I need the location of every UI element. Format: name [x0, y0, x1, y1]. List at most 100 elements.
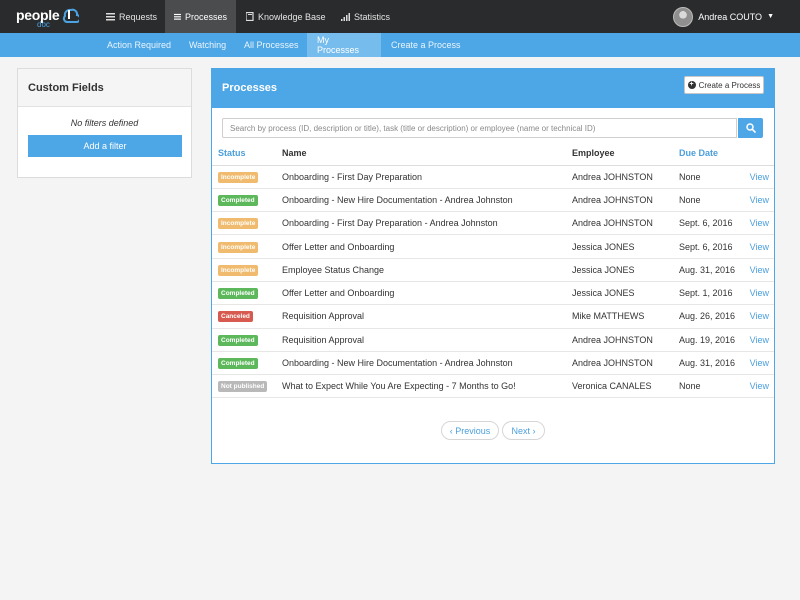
- table-row: Incomplete Offer Letter and Onboarding J…: [212, 234, 774, 259]
- column-status[interactable]: Status: [212, 142, 276, 166]
- no-filters-text: No filters defined: [70, 118, 139, 128]
- table-row: Completed Onboarding - New Hire Document…: [212, 351, 774, 376]
- due-date: Sept. 6, 2016: [673, 234, 743, 259]
- status-cell: Incomplete: [212, 234, 276, 259]
- subnav-my-processes[interactable]: My Processes: [307, 33, 381, 57]
- due-date: None: [673, 374, 743, 399]
- status-badge: Incomplete: [218, 264, 259, 276]
- status-badge: Completed: [218, 194, 258, 206]
- due-date: Sept. 6, 2016: [673, 211, 743, 236]
- status-badge: Not published: [218, 381, 268, 393]
- subnav-action-required[interactable]: Action Required: [97, 33, 181, 57]
- bar-chart-icon: [341, 12, 350, 21]
- status-cell: Not published: [212, 374, 276, 399]
- table-row: Completed Onboarding - New Hire Document…: [212, 188, 774, 213]
- status-badge: Incomplete: [218, 218, 259, 230]
- view-link[interactable]: View: [743, 351, 774, 376]
- table-row: Incomplete Onboarding - First Day Prepar…: [212, 165, 774, 189]
- process-name: Onboarding - New Hire Documentation - An…: [276, 351, 566, 376]
- view-link[interactable]: View: [743, 281, 774, 306]
- subnav-all-processes[interactable]: All Processes: [234, 33, 309, 57]
- column-name: Name: [276, 142, 566, 166]
- view-link[interactable]: View: [743, 258, 774, 282]
- search-button[interactable]: [738, 118, 763, 138]
- custom-fields-panel: Custom Fields No filters defined Add a f…: [17, 68, 192, 178]
- table-row: Not published What to Expect While You A…: [212, 374, 774, 399]
- view-link[interactable]: View: [743, 234, 774, 259]
- add-filter-button[interactable]: Add a filter: [28, 135, 182, 157]
- employee-name: Andrea JOHNSTON: [566, 211, 673, 236]
- processes-header: Processes + Create a Process: [212, 69, 774, 108]
- status-badge: Incomplete: [218, 241, 259, 253]
- custom-fields-title: Custom Fields: [18, 69, 191, 107]
- employee-name: Mike MATTHEWS: [566, 304, 673, 329]
- view-link[interactable]: View: [743, 304, 774, 329]
- status-badge: Completed: [218, 334, 258, 346]
- nav-processes-label: Processes: [184, 11, 227, 22]
- logo-cloud-icon: [62, 8, 79, 23]
- employee-name: Andrea JOHNSTON: [566, 351, 673, 376]
- status-cell: Incomplete: [212, 258, 276, 282]
- employee-name: Jessica JONES: [566, 281, 673, 306]
- previous-page-button[interactable]: ‹ Previous: [441, 421, 499, 440]
- employee-name: Andrea JOHNSTON: [566, 328, 673, 352]
- nav-statistics[interactable]: Statistics: [332, 0, 399, 33]
- processes-table: Status Name Employee Due Date Incomplete…: [212, 142, 774, 399]
- status-badge: Completed: [218, 358, 258, 370]
- process-name: Onboarding - First Day Preparation: [276, 165, 566, 189]
- view-link[interactable]: View: [743, 188, 774, 213]
- table-row: Canceled Requisition Approval Mike MATTH…: [212, 304, 774, 329]
- status-cell: Completed: [212, 351, 276, 376]
- next-page-button[interactable]: Next ›: [502, 421, 545, 440]
- status-cell: Completed: [212, 188, 276, 213]
- plus-circle-icon: +: [687, 81, 696, 89]
- list-icon: [174, 13, 181, 20]
- process-name: What to Expect While You Are Expecting -…: [276, 374, 566, 399]
- table-row: Completed Offer Letter and Onboarding Je…: [212, 281, 774, 306]
- subnav-watching[interactable]: Watching: [179, 33, 236, 57]
- peopledoc-logo[interactable]: people doc: [16, 6, 86, 29]
- user-name: Andrea COUTO: [698, 11, 763, 22]
- search-icon: [745, 123, 756, 133]
- status-cell: Completed: [212, 281, 276, 306]
- due-date: Sept. 1, 2016: [673, 281, 743, 306]
- processes-title: Processes: [222, 82, 278, 94]
- process-name: Requisition Approval: [276, 328, 566, 352]
- user-menu[interactable]: Andrea COUTO ▼: [673, 0, 774, 33]
- view-link[interactable]: View: [743, 165, 774, 189]
- sub-navbar: Action Required Watching All Processes M…: [0, 33, 800, 57]
- view-link[interactable]: View: [743, 374, 774, 399]
- due-date: Aug. 26, 2016: [673, 304, 743, 329]
- view-link[interactable]: View: [743, 211, 774, 236]
- due-date: Aug. 19, 2016: [673, 328, 743, 352]
- nav-processes[interactable]: Processes: [165, 0, 236, 33]
- status-cell: Completed: [212, 328, 276, 352]
- table-row: Completed Requisition Approval Andrea JO…: [212, 328, 774, 352]
- process-name: Onboarding - First Day Preparation - And…: [276, 211, 566, 236]
- nav-requests[interactable]: Requests: [97, 0, 166, 33]
- process-name: Requisition Approval: [276, 304, 566, 329]
- top-navbar: people doc Requests Processes Knowledge …: [0, 0, 800, 33]
- due-date: None: [673, 165, 743, 189]
- employee-name: Andrea JOHNSTON: [566, 165, 673, 189]
- due-date: None: [673, 188, 743, 213]
- employee-name: Andrea JOHNSTON: [566, 188, 673, 213]
- status-cell: Canceled: [212, 304, 276, 329]
- search-input[interactable]: [222, 118, 737, 138]
- processes-panel: Processes + Create a Process Status Name…: [211, 68, 775, 464]
- employee-name: Jessica JONES: [566, 234, 673, 259]
- column-due-date[interactable]: Due Date: [673, 142, 743, 166]
- nav-knowledge-base[interactable]: Knowledge Base: [237, 0, 335, 33]
- view-link[interactable]: View: [743, 328, 774, 352]
- avatar: [673, 6, 694, 27]
- nav-requests-label: Requests: [119, 11, 158, 22]
- list-icon: [106, 12, 115, 20]
- process-name: Employee Status Change: [276, 258, 566, 282]
- subnav-create-a-process[interactable]: Create a Process: [381, 33, 471, 57]
- status-badge: Completed: [218, 288, 258, 300]
- due-date: Aug. 31, 2016: [673, 258, 743, 282]
- caret-down-icon: ▼: [767, 13, 774, 20]
- status-cell: Incomplete: [212, 211, 276, 236]
- create-process-button[interactable]: + Create a Process: [684, 76, 764, 94]
- process-name: Offer Letter and Onboarding: [276, 281, 566, 306]
